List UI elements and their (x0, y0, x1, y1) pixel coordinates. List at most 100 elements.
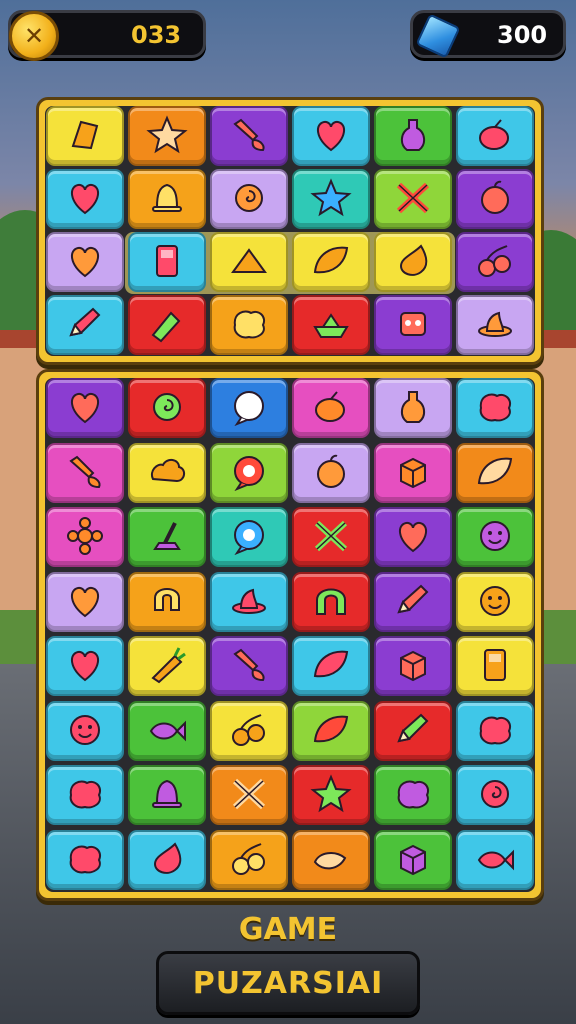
top-board-tile[interactable] (456, 232, 534, 292)
coin-icon: ✕ (9, 11, 59, 61)
bottom-board-tile[interactable] (374, 765, 452, 825)
top-board-tile[interactable] (210, 169, 288, 229)
bottom-board-tile[interactable] (128, 507, 206, 567)
top-board-tile[interactable] (374, 295, 452, 355)
bottom-board-tile[interactable] (128, 378, 206, 438)
bottom-board-tile[interactable] (210, 378, 288, 438)
top-board-tile[interactable] (292, 169, 370, 229)
bottom-board-tile[interactable] (46, 700, 124, 761)
swirl-icon (145, 386, 189, 430)
top-board-tile[interactable] (128, 106, 206, 166)
bottom-board-tile[interactable] (456, 829, 534, 890)
top-board-tile[interactable] (292, 106, 370, 166)
top-board-tile[interactable] (292, 232, 370, 292)
bottom-board-tile[interactable] (128, 829, 206, 890)
top-board-tile[interactable] (46, 295, 124, 355)
bottom-board-tile[interactable] (46, 636, 124, 696)
magnet-icon (145, 580, 189, 624)
face-icon (473, 580, 517, 624)
top-board-tile[interactable] (46, 169, 124, 229)
face-icon (63, 709, 107, 753)
bottom-board-tile[interactable] (128, 636, 206, 696)
top-board-tile[interactable] (292, 295, 370, 355)
top-board-tile[interactable] (46, 106, 124, 166)
apple-icon (473, 177, 517, 221)
top-board-tile[interactable] (374, 232, 452, 292)
bottom-board-tile[interactable] (210, 442, 288, 503)
coins-value: 033 (131, 21, 182, 49)
brush-icon (227, 114, 271, 158)
bottom-board-tile[interactable] (46, 378, 124, 438)
top-board-tile[interactable] (456, 169, 534, 229)
blob-icon (473, 386, 517, 430)
potion-icon (391, 386, 435, 430)
bottom-board-tile[interactable] (210, 571, 288, 632)
drop-icon (391, 240, 435, 284)
bottom-board-tile[interactable] (210, 765, 288, 825)
chat-icon (227, 386, 271, 430)
note-icon (63, 114, 107, 158)
bottom-board-tile[interactable] (46, 571, 124, 632)
bottom-board-tile[interactable] (456, 378, 534, 438)
bottom-board-tile[interactable] (292, 507, 370, 567)
top-board-tile[interactable] (210, 232, 288, 292)
potion-icon (391, 114, 435, 158)
top-board-tile[interactable] (456, 295, 534, 355)
blob-icon (63, 838, 107, 882)
gem-icon (415, 13, 461, 59)
top-board-tile[interactable] (456, 106, 534, 166)
bottom-board-tile[interactable] (210, 829, 288, 890)
top-board-tile[interactable] (128, 169, 206, 229)
top-board-tile[interactable] (210, 295, 288, 355)
bottom-board-tile[interactable] (374, 700, 452, 761)
bottom-board-tile[interactable] (292, 636, 370, 696)
bottom-board-tile[interactable] (292, 765, 370, 825)
bottom-board-tile[interactable] (128, 765, 206, 825)
bottom-board-tile[interactable] (210, 700, 288, 761)
bottom-board-tile[interactable] (46, 765, 124, 825)
bottom-board-tile[interactable] (128, 442, 206, 503)
bottom-board-tile[interactable] (128, 700, 206, 761)
bottom-board-tile[interactable] (292, 829, 370, 890)
blob-icon (391, 773, 435, 817)
bottom-board-tile[interactable] (128, 571, 206, 632)
bottom-board-tile[interactable] (292, 571, 370, 632)
heart-icon (391, 515, 435, 559)
bottom-board-tile[interactable] (456, 571, 534, 632)
chat-icon (227, 515, 271, 559)
fish-icon (473, 838, 517, 882)
top-board-tile[interactable] (128, 295, 206, 355)
bottom-board-tile[interactable] (292, 442, 370, 503)
play-button[interactable]: PUZARSIAI (156, 951, 420, 1015)
bottom-board-tile[interactable] (210, 636, 288, 696)
bottom-board-tile[interactable] (46, 442, 124, 503)
top-board-tile[interactable] (128, 232, 206, 292)
play-button-label: PUZARSIAI (192, 965, 384, 1001)
bottom-board-tile[interactable] (456, 442, 534, 503)
bottom-board-tile[interactable] (456, 765, 534, 825)
bottom-board-tile[interactable] (374, 571, 452, 632)
bottom-board-tile[interactable] (456, 700, 534, 761)
bottom-board-tile[interactable] (456, 507, 534, 567)
bottom-board-tile[interactable] (292, 700, 370, 761)
leaf-icon (309, 709, 353, 753)
bottom-board-tile[interactable] (374, 636, 452, 696)
leaf-icon (309, 240, 353, 284)
bottom-board-tile[interactable] (374, 442, 452, 503)
top-board-tile[interactable] (46, 232, 124, 292)
bottom-board-tile[interactable] (292, 378, 370, 438)
bottom-board-tile[interactable] (210, 507, 288, 567)
leaf-icon (473, 451, 517, 495)
bottom-board-tile[interactable] (374, 829, 452, 890)
bottom-board-tile[interactable] (374, 378, 452, 438)
top-board-tile[interactable] (374, 169, 452, 229)
shovel-icon (145, 515, 189, 559)
bell-icon (145, 177, 189, 221)
bottom-board-tile[interactable] (46, 829, 124, 890)
bottom-board-tile[interactable] (374, 507, 452, 567)
top-board-tile[interactable] (374, 106, 452, 166)
bottom-board-tile[interactable] (456, 636, 534, 696)
crossed-icon (391, 177, 435, 221)
bottom-board-tile[interactable] (46, 507, 124, 567)
top-board-tile[interactable] (210, 106, 288, 166)
